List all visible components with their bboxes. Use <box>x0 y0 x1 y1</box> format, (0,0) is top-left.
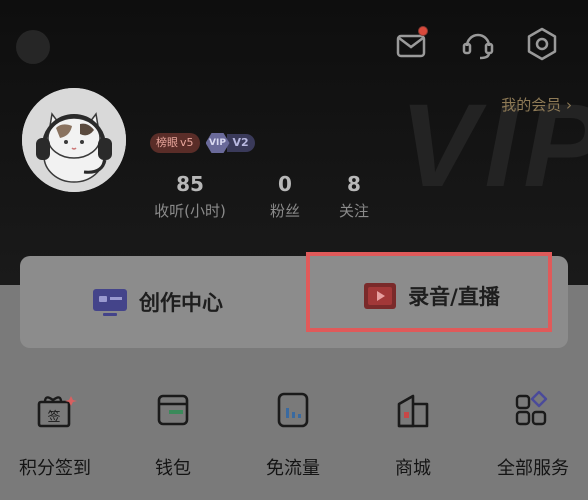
member-link-label: 我的会员 <box>501 96 562 114</box>
highlight-box <box>306 252 552 332</box>
notification-dot <box>418 26 428 36</box>
level-value: v5 <box>180 136 194 149</box>
stat-fans[interactable]: 0 粉丝 <box>258 172 312 221</box>
data-saver-icon <box>277 392 309 428</box>
stat-value: 8 <box>347 172 361 196</box>
grid-label: 全部服务 <box>497 458 569 479</box>
vip-icon: VIP <box>205 133 230 153</box>
stat-label: 粉丝 <box>269 202 300 220</box>
all-services-icon <box>515 390 548 426</box>
vip-level: V2 <box>226 134 255 152</box>
grid-item-signin[interactable]: 签 积分签到 <box>0 388 110 480</box>
gift-signin-icon: 签 <box>37 396 77 428</box>
stat-label: 收听(小时) <box>154 202 226 220</box>
creator-center-label: 创作中心 <box>139 291 223 315</box>
grid-item-data-saver[interactable]: 免流量 <box>238 388 348 480</box>
my-membership-link[interactable]: 我的会员 › <box>501 94 572 115</box>
mall-icon <box>397 394 429 428</box>
headset-icon[interactable] <box>458 24 498 64</box>
level-badge[interactable]: 榜眼 v5 <box>150 133 200 153</box>
wallet-icon <box>157 394 189 426</box>
creator-center-button[interactable]: 创作中心 <box>20 256 294 348</box>
avatar[interactable] <box>22 88 126 192</box>
stat-following[interactable]: 8 关注 <box>327 172 381 221</box>
back-button[interactable] <box>16 30 50 64</box>
signin-icon-text: 签 <box>47 409 60 425</box>
stat-label: 关注 <box>338 202 369 220</box>
settings-icon[interactable] <box>522 24 562 64</box>
service-grid: 签 积分签到 钱包 免流量 商城 全部服务 <box>0 388 588 488</box>
stat-listen-hours[interactable]: 85 收听(小时) <box>145 172 235 221</box>
grid-label: 积分签到 <box>19 458 91 479</box>
grid-item-wallet[interactable]: 钱包 <box>118 388 228 480</box>
grid-item-mall[interactable]: 商城 <box>358 388 468 480</box>
mail-icon[interactable] <box>392 24 432 64</box>
vip-badge[interactable]: VIP V2 <box>205 133 255 153</box>
level-title: 榜眼 <box>156 136 178 149</box>
grid-label: 钱包 <box>155 458 191 479</box>
creator-icon <box>93 289 127 316</box>
stat-value: 85 <box>176 172 204 196</box>
chevron-right-icon: › <box>566 96 572 114</box>
profile-header: VIP 榜眼 v5 VIP V2 85 收听(小时) 0 粉丝 8 关注 我的会… <box>0 0 588 285</box>
grid-item-all-services[interactable]: 全部服务 <box>478 388 588 480</box>
stat-value: 0 <box>278 172 292 196</box>
grid-label: 商城 <box>395 458 431 479</box>
grid-label: 免流量 <box>266 458 320 479</box>
